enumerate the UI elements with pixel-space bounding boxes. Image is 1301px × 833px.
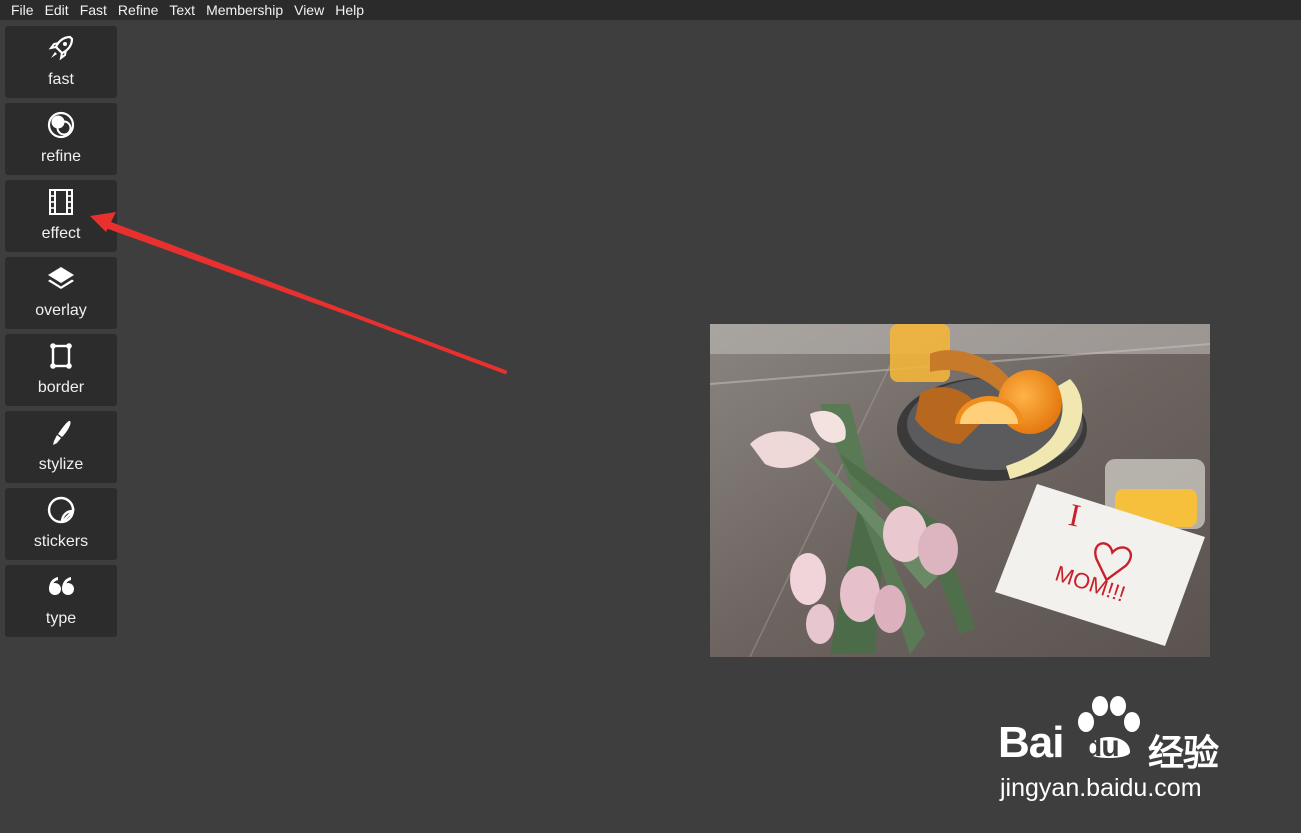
watermark-url: jingyan.baidu.com (1000, 774, 1202, 802)
menu-file[interactable]: File (0, 2, 40, 18)
menu-view[interactable]: View (289, 2, 330, 18)
circles-icon (47, 111, 75, 139)
tool-stylize-button[interactable]: stylize (5, 411, 117, 483)
tool-effect-label: effect (41, 225, 81, 242)
menu-text[interactable]: Text (164, 2, 201, 18)
tool-fast-label: fast (48, 71, 74, 88)
watermark-brand-du: du (1084, 730, 1120, 763)
tool-stylize-label: stylize (38, 456, 84, 473)
layers-icon (48, 267, 74, 289)
frame-icon (50, 343, 72, 369)
canvas-photo[interactable]: I MOM!!! (710, 324, 1210, 657)
watermark-brand: Bai (998, 718, 1064, 767)
tool-border-label: border (37, 379, 85, 396)
rocket-icon (48, 35, 74, 61)
quote-icon (49, 577, 74, 595)
film-icon (49, 189, 73, 215)
menu-refine[interactable]: Refine (113, 2, 164, 18)
tool-refine-label: refine (40, 148, 82, 165)
tool-stickers-button[interactable]: stickers (5, 488, 117, 560)
tool-border-button[interactable]: border (5, 334, 117, 406)
tool-type-label: type (45, 610, 77, 627)
tool-panel: fast refine effect overlay border styliz… (5, 26, 117, 642)
menu-bar: File Edit Fast Refine Text Membership Vi… (0, 0, 1301, 20)
tool-fast-button[interactable]: fast (5, 26, 117, 98)
menu-membership[interactable]: Membership (201, 2, 289, 18)
tool-overlay-button[interactable]: overlay (5, 257, 117, 329)
menu-help[interactable]: Help (330, 2, 370, 18)
brush-icon (53, 420, 71, 445)
tool-stickers-label: stickers (33, 533, 89, 550)
tool-effect-button[interactable]: effect (5, 180, 117, 252)
tool-type-button[interactable]: type (5, 565, 117, 637)
tool-overlay-label: overlay (35, 302, 87, 319)
baidu-watermark: Bai du 经验 jingyan.baidu.com (998, 692, 1238, 807)
tool-refine-button[interactable]: refine (5, 103, 117, 175)
photo-image: I MOM!!! (710, 324, 1210, 657)
watermark-brand-cn: 经验 (1148, 732, 1219, 773)
menu-fast[interactable]: Fast (75, 2, 113, 18)
sticker-icon (47, 496, 75, 524)
menu-edit[interactable]: Edit (40, 2, 75, 18)
